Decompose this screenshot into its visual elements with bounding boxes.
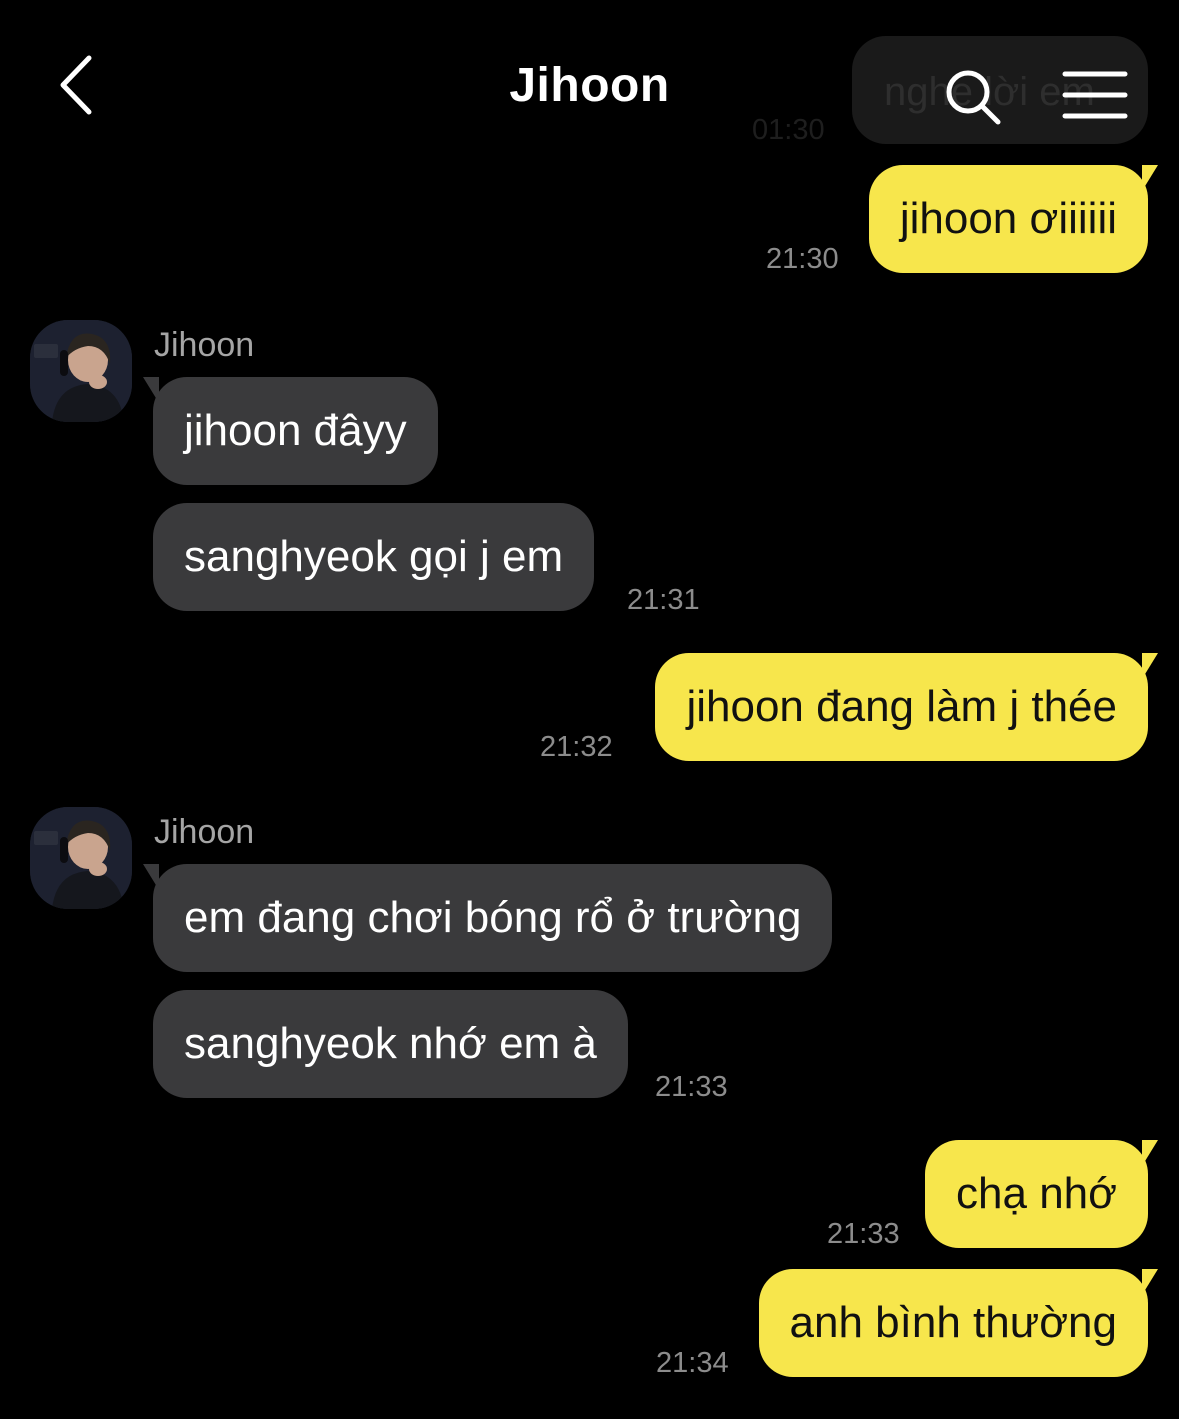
- outgoing-message-bubble[interactable]: jihoon đang làm j thée: [655, 653, 1158, 761]
- sender-name: Jihoon: [154, 813, 255, 851]
- incoming-message-bubble[interactable]: jihoon đâyy: [143, 377, 438, 485]
- message-timestamp: 21:30: [766, 243, 839, 275]
- message-timestamp: 21:31: [627, 584, 700, 616]
- outgoing-message-bubble[interactable]: anh bình thường: [758, 1269, 1159, 1377]
- message-timestamp: 21:34: [656, 1347, 729, 1379]
- incoming-message-bubble[interactable]: em đang chơi bóng rổ ở trường: [142, 864, 833, 972]
- avatar-photo: [30, 320, 132, 422]
- avatar[interactable]: [30, 320, 132, 422]
- avatar-photo: [30, 807, 132, 909]
- incoming-message-bubble[interactable]: sanghyeok gọi j em: [153, 503, 595, 611]
- menu-icon[interactable]: [1062, 70, 1128, 120]
- scrolled-message-time: 01:30: [752, 114, 825, 146]
- outgoing-message-bubble[interactable]: jihoon ơiiiiii: [868, 165, 1159, 273]
- search-icon[interactable]: [940, 64, 1004, 128]
- message-timestamp: 21:32: [540, 731, 613, 763]
- incoming-message-bubble[interactable]: sanghyeok nhớ em à: [153, 990, 628, 1098]
- sender-name: Jihoon: [154, 326, 255, 364]
- message-timestamp: 21:33: [655, 1071, 728, 1103]
- avatar[interactable]: [30, 807, 132, 909]
- outgoing-message-bubble[interactable]: chạ nhớ: [925, 1140, 1158, 1248]
- message-timestamp: 21:33: [827, 1218, 900, 1250]
